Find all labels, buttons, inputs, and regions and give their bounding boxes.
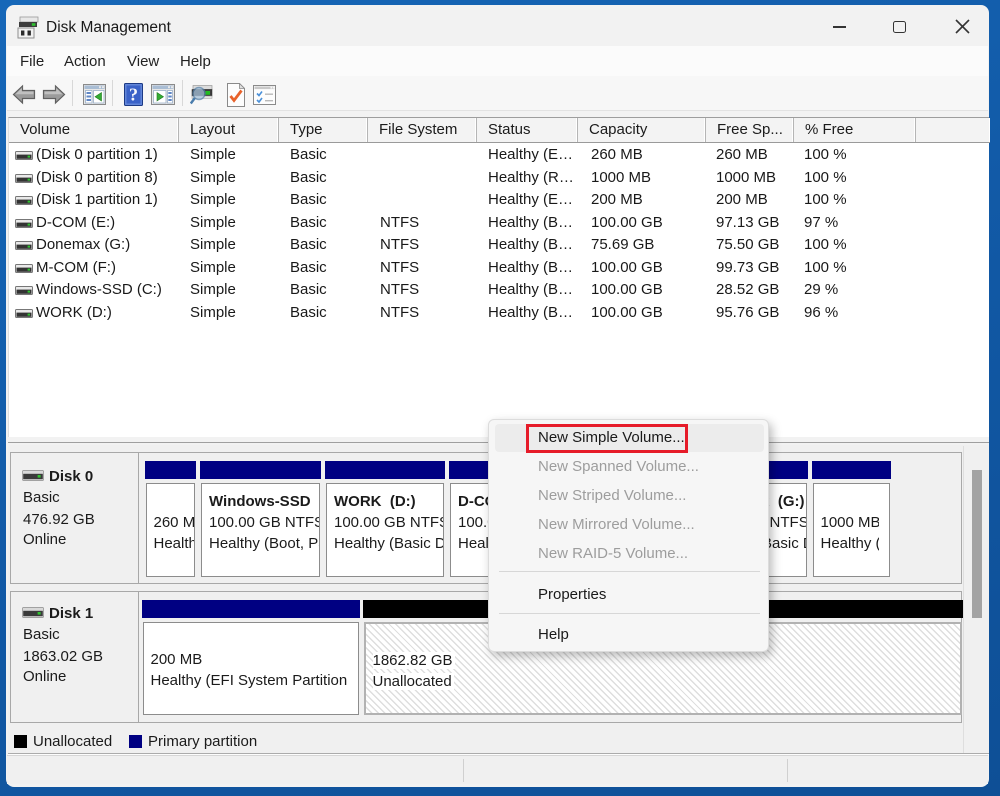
- svg-text:?: ?: [129, 85, 138, 105]
